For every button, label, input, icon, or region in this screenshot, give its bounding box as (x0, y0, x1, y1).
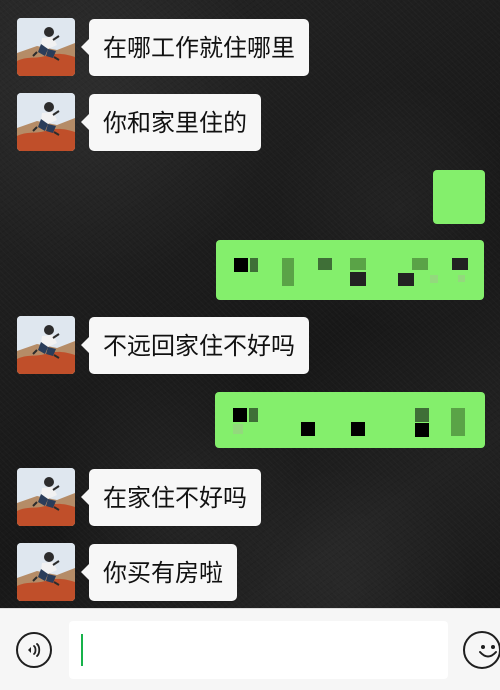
pixel-block (398, 273, 414, 286)
incoming-message-bubble[interactable]: 你买有房啦 (81, 543, 237, 601)
incoming-message-row: 在哪工作就住哪里 (17, 18, 309, 76)
voice-button[interactable] (16, 632, 52, 668)
outgoing-message-bubble[interactable] (215, 392, 485, 448)
incoming-message-row: 不远回家住不好吗 (17, 316, 309, 374)
incoming-message-bubble[interactable]: 你和家里住的 (81, 93, 261, 151)
incoming-message-bubble[interactable]: 在哪工作就住哪里 (81, 18, 309, 76)
incoming-message-bubble[interactable]: 在家住不好吗 (81, 468, 261, 526)
pixel-block (351, 422, 365, 436)
emoji-button[interactable] (463, 631, 500, 669)
avatar[interactable] (17, 468, 75, 526)
emoji-icon (479, 645, 497, 658)
outgoing-message-bubble[interactable] (216, 240, 484, 300)
incoming-message-row: 你和家里住的 (17, 93, 261, 151)
avatar-icon (17, 543, 75, 601)
avatar[interactable] (17, 18, 75, 76)
voice-icon (28, 643, 41, 657)
pixel-block (250, 258, 258, 272)
pixel-block (233, 424, 243, 434)
pixel-block (234, 258, 248, 272)
pixel-block (415, 408, 429, 422)
pixel-block (451, 408, 465, 436)
outgoing-message-bubble[interactable] (433, 170, 485, 224)
message-list: 在哪工作就住哪里 你和家里住的 不远回家住不好吗 在家住不好吗 你买有房啦 (0, 0, 500, 608)
pixel-block (350, 272, 366, 286)
pixel-block (249, 408, 258, 422)
chat-screen: 在哪工作就住哪里 你和家里住的 不远回家住不好吗 在家住不好吗 你买有房啦 (0, 0, 500, 690)
composer-bar (0, 608, 500, 690)
incoming-message-row: 你买有房啦 (17, 543, 237, 601)
incoming-message-bubble[interactable]: 不远回家住不好吗 (81, 316, 309, 374)
pixel-block (350, 258, 366, 270)
pixel-block (301, 422, 315, 436)
avatar-icon (17, 18, 75, 76)
avatar[interactable] (17, 543, 75, 601)
pixel-block (458, 275, 465, 282)
incoming-message-row: 在家住不好吗 (17, 468, 261, 526)
pixel-block (452, 258, 468, 270)
message-input[interactable] (69, 621, 448, 679)
avatar-icon (17, 316, 75, 374)
pixel-block (430, 275, 438, 283)
avatar[interactable] (17, 316, 75, 374)
pixel-block (233, 408, 247, 422)
input-cursor (81, 634, 83, 666)
avatar-icon (17, 93, 75, 151)
avatar[interactable] (17, 93, 75, 151)
pixel-block (282, 258, 294, 286)
pixel-block (415, 423, 429, 437)
pixel-block (412, 258, 428, 270)
avatar-icon (17, 468, 75, 526)
pixel-block (318, 258, 332, 270)
